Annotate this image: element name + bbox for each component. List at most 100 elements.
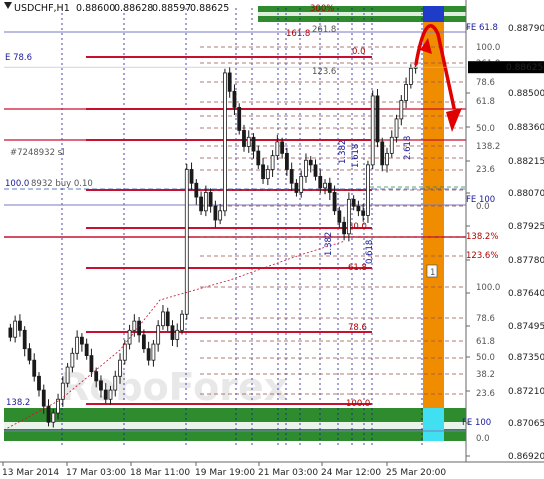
candle-body <box>346 198 351 235</box>
candle-body <box>22 329 27 350</box>
left-label-1382: 138.2 <box>6 398 30 408</box>
candle-body <box>165 311 170 327</box>
red-level-label: 100.0 <box>346 399 370 409</box>
red-level-label: 300% <box>310 4 334 14</box>
y-tick-label: 0.87495 <box>508 322 544 332</box>
candle-body <box>394 118 399 138</box>
gray-level-label: 61.8 <box>476 97 495 107</box>
support-zone-gap <box>4 422 466 429</box>
forecast-column <box>423 22 444 410</box>
y-tick-label: 0.87350 <box>508 353 544 363</box>
candle-body <box>227 72 232 92</box>
candle-body <box>313 164 318 177</box>
ohlc-open: 0.88600 <box>76 3 115 14</box>
forecast-cap <box>423 6 444 22</box>
candle-body <box>156 325 161 345</box>
candle-body <box>94 371 99 382</box>
x-tick-label: 18 Mar 11:00 <box>130 468 190 478</box>
candle-body <box>294 182 299 193</box>
candle-body <box>351 198 356 207</box>
candle-body <box>265 169 270 180</box>
candle-body <box>327 182 332 193</box>
candle-body <box>356 205 361 212</box>
vertical-ratio-label: 1.382 <box>338 140 348 164</box>
gray-level-label: 100.0 <box>476 43 500 53</box>
left-label-sl: #7248932 sl <box>10 148 64 158</box>
y-tick-label: 0.87640 <box>508 289 544 299</box>
candle-body <box>218 210 223 221</box>
candle-body <box>380 141 385 166</box>
gray-level-label: 78.6 <box>476 78 495 88</box>
candle-body <box>270 155 275 170</box>
symbol-label: USDCHF,H1 <box>14 3 70 14</box>
y-tick-label: 0.88500 <box>508 89 544 99</box>
candle-body <box>180 313 184 331</box>
gray-level-label: 61.8 <box>476 337 495 347</box>
candle-body <box>79 336 84 345</box>
y-tick-label: 0.87925 <box>508 222 544 232</box>
candle-body <box>51 412 56 423</box>
candle-body <box>65 366 70 384</box>
candle-body <box>41 389 46 407</box>
candle-body <box>132 320 137 331</box>
candle-body <box>289 169 294 184</box>
candle-body <box>332 192 337 212</box>
candle-body <box>189 169 194 184</box>
candle-body <box>175 329 180 340</box>
vertical-ratio-label: 1.618 <box>351 144 361 168</box>
candle-body <box>370 95 375 166</box>
candle-body <box>141 334 146 350</box>
y-tick-label: 0.88215 <box>508 157 544 167</box>
candle-body <box>46 405 51 423</box>
candle-body <box>84 343 89 356</box>
candle-body <box>122 343 127 361</box>
candle-body <box>8 327 13 338</box>
candle-body <box>404 84 408 101</box>
marker-label: 1 <box>430 268 435 278</box>
candle-body <box>299 175 304 193</box>
chart-header: USDCHF,H1 0.88600 0.88628 0.88597 0.8862… <box>4 2 229 14</box>
ohlc-low: 0.88597 <box>152 3 191 14</box>
candle-body <box>261 164 265 180</box>
y-tick-label: 0.88360 <box>508 123 544 133</box>
candle-body <box>161 311 165 327</box>
candle-body <box>194 182 199 198</box>
y-tick-label: 0.87210 <box>508 387 544 397</box>
y-tick-label: 0.87780 <box>508 256 544 266</box>
candle-body <box>242 129 246 147</box>
candle-body <box>151 343 156 361</box>
vertical-ratio-label: 1.382 <box>324 232 334 256</box>
candle-body <box>408 67 413 85</box>
candle-body <box>13 320 18 338</box>
candle-body <box>108 389 113 400</box>
candle-body <box>127 329 132 345</box>
candle-body <box>18 320 22 331</box>
gray-level-label: 0.0 <box>476 434 490 444</box>
x-tick-label: 13 Mar 2014 <box>2 468 59 478</box>
candle-body <box>203 192 208 212</box>
vertical-ratio-label: 0.618 <box>365 240 375 264</box>
candle-body <box>75 336 80 354</box>
x-tick-label: 25 Mar 20:00 <box>386 468 446 478</box>
candle-body <box>275 141 280 157</box>
candle-body <box>337 210 342 223</box>
candle-body <box>213 205 218 221</box>
candle-body <box>389 136 394 154</box>
candle-body <box>70 352 75 368</box>
candle-body <box>361 210 366 216</box>
candle-body <box>37 375 41 391</box>
gray-level-label: 23.6 <box>476 389 495 399</box>
x-tick-label: 21 Mar 03:00 <box>258 468 318 478</box>
candle-body <box>342 221 347 235</box>
forecast-base <box>423 408 444 441</box>
gray-level-label: 38.2 <box>476 370 495 380</box>
candle-body <box>375 95 380 143</box>
left-label-buy: 8932 buy 0.10 <box>31 179 93 189</box>
candle-body <box>308 159 313 166</box>
candle-body <box>103 389 108 400</box>
candle-body <box>304 159 308 177</box>
red-level-label: 161.8 <box>286 29 310 39</box>
candle-body <box>246 136 251 147</box>
candle-body <box>89 355 94 373</box>
candle-body <box>199 196 203 212</box>
